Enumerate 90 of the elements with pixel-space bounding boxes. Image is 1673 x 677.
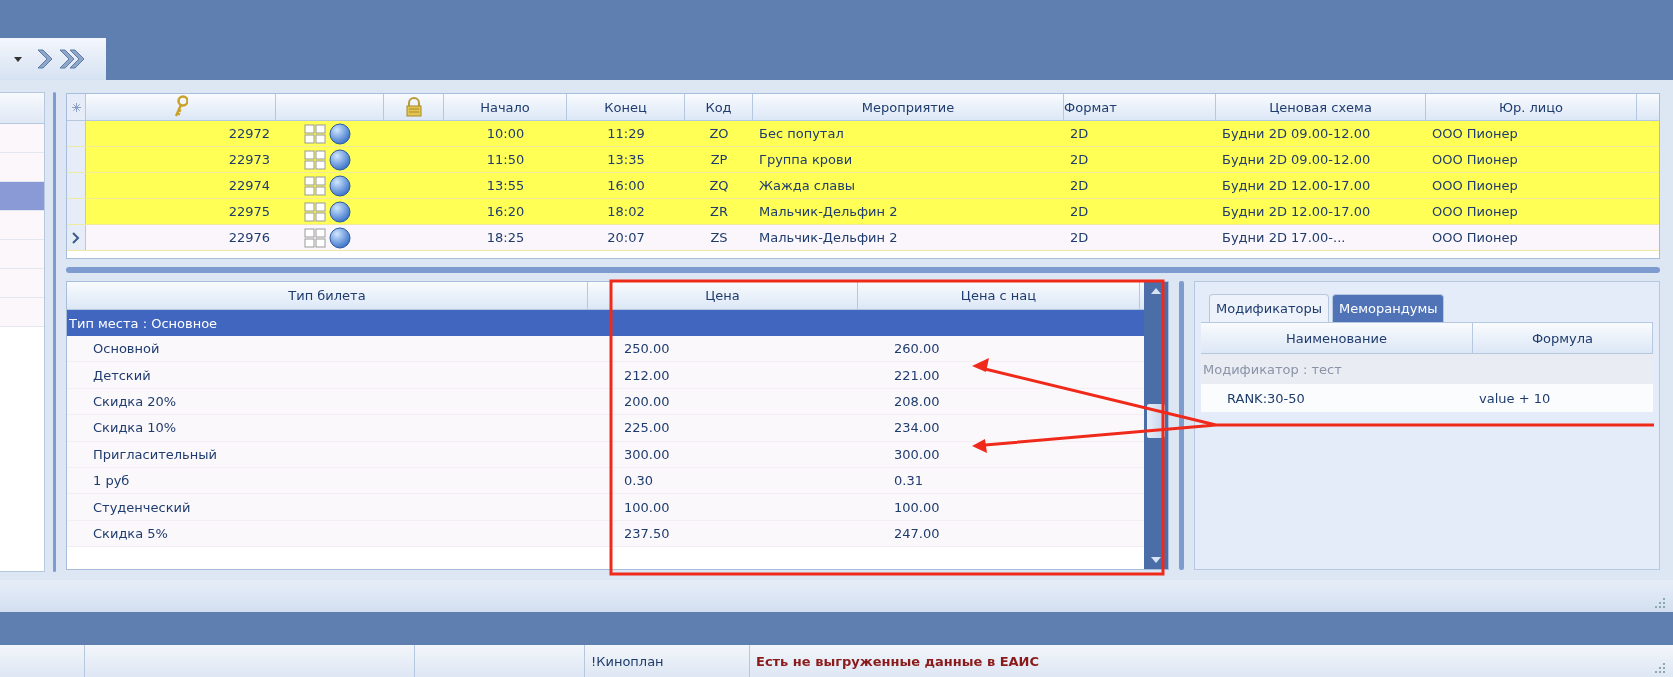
table-cell: Основной <box>93 341 160 357</box>
table-cell: 250.00 <box>624 341 670 357</box>
table-cell: Пригласительный <box>93 446 217 462</box>
table-cell: 11:29 <box>607 126 645 141</box>
table-cell: Детский <box>93 367 151 383</box>
tab[interactable]: Меморандумы <box>1332 294 1445 322</box>
table-cell: 2D <box>1070 230 1089 245</box>
table-cell: ZP <box>710 152 728 167</box>
session-row[interactable]: 22975 16:20 18:02 ZR Мальчик-Дельфин 2 2D Будни 2D 12.00-17.00 ООО Пионер <box>67 199 1659 225</box>
table-cell: 16:00 <box>607 178 645 193</box>
table-cell: Группа крови <box>759 152 853 167</box>
table-cell: ООО Пионер <box>1432 230 1518 245</box>
table-cell: Будни 2D 09.00-12.00 <box>1222 152 1371 167</box>
table-cell: 300.00 <box>624 446 670 462</box>
table-cell: ООО Пионер <box>1432 126 1518 141</box>
session-id: 22975 <box>228 204 270 219</box>
table-cell: 10:00 <box>486 126 525 141</box>
table-cell: ZR <box>710 204 728 219</box>
table-cell: 2D <box>1070 204 1089 219</box>
table-cell: 221.00 <box>894 367 940 383</box>
table-cell: 247.00 <box>894 525 940 541</box>
table-cell: Скидка 20% <box>93 393 177 409</box>
table-cell: ООО Пионер <box>1432 204 1518 219</box>
column-header[interactable]: Начало <box>480 99 530 115</box>
table-cell: 13:35 <box>607 152 645 167</box>
table-cell: 16:20 <box>486 204 525 219</box>
table-cell: 2D <box>1070 152 1089 167</box>
table-cell: 260.00 <box>894 341 940 357</box>
table-cell: 100.00 <box>624 499 670 515</box>
table-cell: 234.00 <box>894 420 940 436</box>
table-cell: 300.00 <box>894 446 940 462</box>
table-cell: ZQ <box>709 178 729 193</box>
table-cell: Скидка 10% <box>93 420 177 436</box>
table-cell: ООО Пионер <box>1432 152 1518 167</box>
table-cell: 20:07 <box>607 230 645 245</box>
group-label: Тип места : Основное <box>69 315 218 331</box>
column-header[interactable]: Цена с нац <box>960 288 1037 303</box>
table-cell: Будни 2D 12.00-17.00 <box>1222 178 1371 193</box>
column-header[interactable]: Мероприятие <box>861 99 955 115</box>
table-cell: 0.30 <box>624 473 653 489</box>
table-cell: Будни 2D 12.00-17.00 <box>1222 204 1371 219</box>
table-cell: ZS <box>710 230 728 245</box>
session-id: 22974 <box>228 178 270 193</box>
table-cell: 0.31 <box>894 473 923 489</box>
session-id: 22976 <box>228 230 270 245</box>
table-cell: 11:50 <box>486 152 525 167</box>
column-header[interactable]: Наименование <box>1286 330 1387 346</box>
table-cell: Будни 2D 09.00-12.00 <box>1222 126 1371 141</box>
table-cell: 225.00 <box>624 420 670 436</box>
column-header[interactable]: Формат <box>1064 99 1117 115</box>
table-cell: Мальчик-Дельфин 2 <box>759 204 898 219</box>
table-cell: Студенческий <box>93 499 191 515</box>
column-header[interactable]: Ценовая схема <box>1269 99 1372 115</box>
table-cell: 100.00 <box>894 499 940 515</box>
column-header[interactable]: Код <box>705 99 732 115</box>
status-source: !Киноплан <box>591 653 664 669</box>
session-id: 22973 <box>228 152 270 167</box>
table-cell: Бес попутал <box>759 126 844 141</box>
table-cell: Будни 2D 17.00-... <box>1222 230 1346 245</box>
table-cell: ООО Пионер <box>1432 178 1518 193</box>
tab[interactable]: Модификаторы <box>1209 294 1330 322</box>
session-row[interactable]: 22976 18:25 20:07 ZS Мальчик-Дельфин 2 2D Будни 2D 17.00-... ООО Пионер <box>67 225 1659 251</box>
table-cell: 18:02 <box>607 204 645 219</box>
table-cell: 212.00 <box>624 367 670 383</box>
table-cell: 2D <box>1070 178 1089 193</box>
session-row[interactable]: 22972 10:00 11:29 ZO Бес попутал 2D Будни 2D 09.00-12.00 ООО Пионер <box>67 121 1659 147</box>
table-cell: 208.00 <box>894 393 940 409</box>
table-cell: RANK:30-50 <box>1227 390 1305 406</box>
table-cell: ZO <box>709 126 729 141</box>
table-cell: value + 10 <box>1479 390 1551 406</box>
table-cell: 2D <box>1070 126 1089 141</box>
status-message: Есть не выгруженные данные в ЕАИС <box>756 653 1039 669</box>
column-header[interactable]: Цена <box>705 288 740 303</box>
column-header[interactable]: Формула <box>1531 330 1594 346</box>
column-header[interactable]: Тип билета <box>288 288 366 303</box>
column-header[interactable]: Конец <box>604 99 647 115</box>
group-row[interactable]: Тип места : Основное <box>67 310 1144 336</box>
table-cell: 200.00 <box>624 393 670 409</box>
table-cell: 237.50 <box>624 525 670 541</box>
session-id: 22972 <box>228 126 270 141</box>
session-row[interactable]: 22974 13:55 16:00 ZQ Жажда славы 2D Будни 2D 12.00-17.00 ООО Пионер <box>67 173 1659 199</box>
group-label: Модификатор : тест <box>1203 361 1342 377</box>
column-header[interactable]: Юр. лицо <box>1498 99 1564 115</box>
session-row[interactable]: 22973 11:50 13:35 ZP Группа крови 2D Будни 2D 09.00-12.00 ООО Пионер <box>67 147 1659 173</box>
table-cell: Мальчик-Дельфин 2 <box>759 230 898 245</box>
table-cell: 13:55 <box>486 178 525 193</box>
table-cell: Жажда славы <box>759 178 856 193</box>
table-cell: 18:25 <box>486 230 525 245</box>
table-cell: 1 руб <box>93 473 130 489</box>
table-cell: Скидка 5% <box>93 525 168 541</box>
